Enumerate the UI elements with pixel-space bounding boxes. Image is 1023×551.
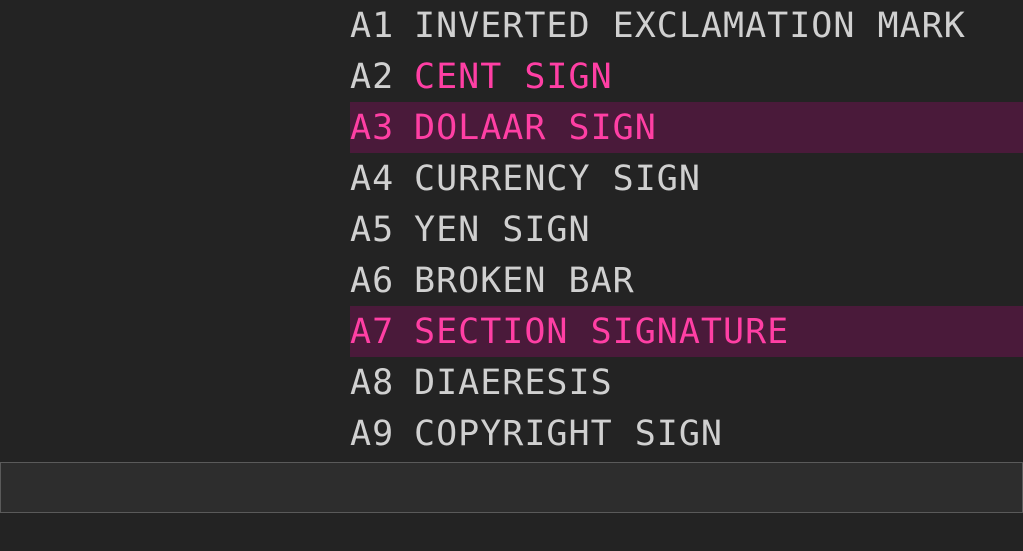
table-row[interactable]: MARK [0, 0, 340, 51]
char-desc: CURRENCY SIGN [414, 159, 701, 199]
char-code: A8 [350, 363, 414, 403]
table-row[interactable] [0, 102, 340, 153]
char-code: A4 [350, 159, 414, 199]
char-code: A5 [350, 210, 414, 250]
table-row[interactable]: A8DIAERESIS [350, 357, 1023, 408]
char-desc: INVERTED EXCLAMATION MARK [414, 6, 966, 46]
table-row-changed[interactable]: A3DOLAAR SIGN [350, 102, 1023, 153]
table-row[interactable]: ESIS [0, 408, 340, 459]
char-code: A7 [350, 312, 414, 352]
table-row[interactable]: A4CURRENCY SIGN [350, 153, 1023, 204]
char-desc: DIAERESIS [414, 363, 613, 403]
char-desc: DOLAAR SIGN [414, 108, 657, 148]
char-desc: YEN SIGN [414, 210, 591, 250]
char-code: A2 [350, 57, 414, 97]
table-row[interactable] [0, 306, 340, 357]
table-row[interactable] [0, 357, 340, 408]
table-row[interactable] [0, 255, 340, 306]
diff-left-pane[interactable]: MARK RK ESIS HESIS [0, 0, 340, 551]
table-row-changed[interactable]: A7SECTION SIGNATURE [350, 306, 1023, 357]
table-row[interactable]: A9COPYRIGHT SIGN [350, 408, 1023, 459]
char-desc: BROKEN BAR [414, 261, 635, 301]
diff-right-pane[interactable]: A1INVERTED EXCLAMATION MARK A2CENT SIGN … [350, 0, 1023, 551]
table-row[interactable] [0, 204, 340, 255]
char-desc: SECTION SIGNATURE [414, 312, 789, 352]
char-desc: CENT SIGN [414, 57, 613, 97]
table-row[interactable]: RK [0, 51, 340, 102]
table-row[interactable] [0, 153, 340, 204]
table-row[interactable]: HESIS [0, 459, 340, 510]
char-code: A9 [350, 414, 414, 454]
char-code: A6 [350, 261, 414, 301]
table-row[interactable]: A2CENT SIGN [350, 51, 1023, 102]
table-row[interactable]: A5YEN SIGN [350, 204, 1023, 255]
char-desc: COPYRIGHT SIGN [414, 414, 723, 454]
table-row[interactable]: A1INVERTED EXCLAMATION MARK [350, 0, 1023, 51]
char-code: A3 [350, 108, 414, 148]
char-code: A1 [350, 6, 414, 46]
table-row[interactable]: A6BROKEN BAR [350, 255, 1023, 306]
